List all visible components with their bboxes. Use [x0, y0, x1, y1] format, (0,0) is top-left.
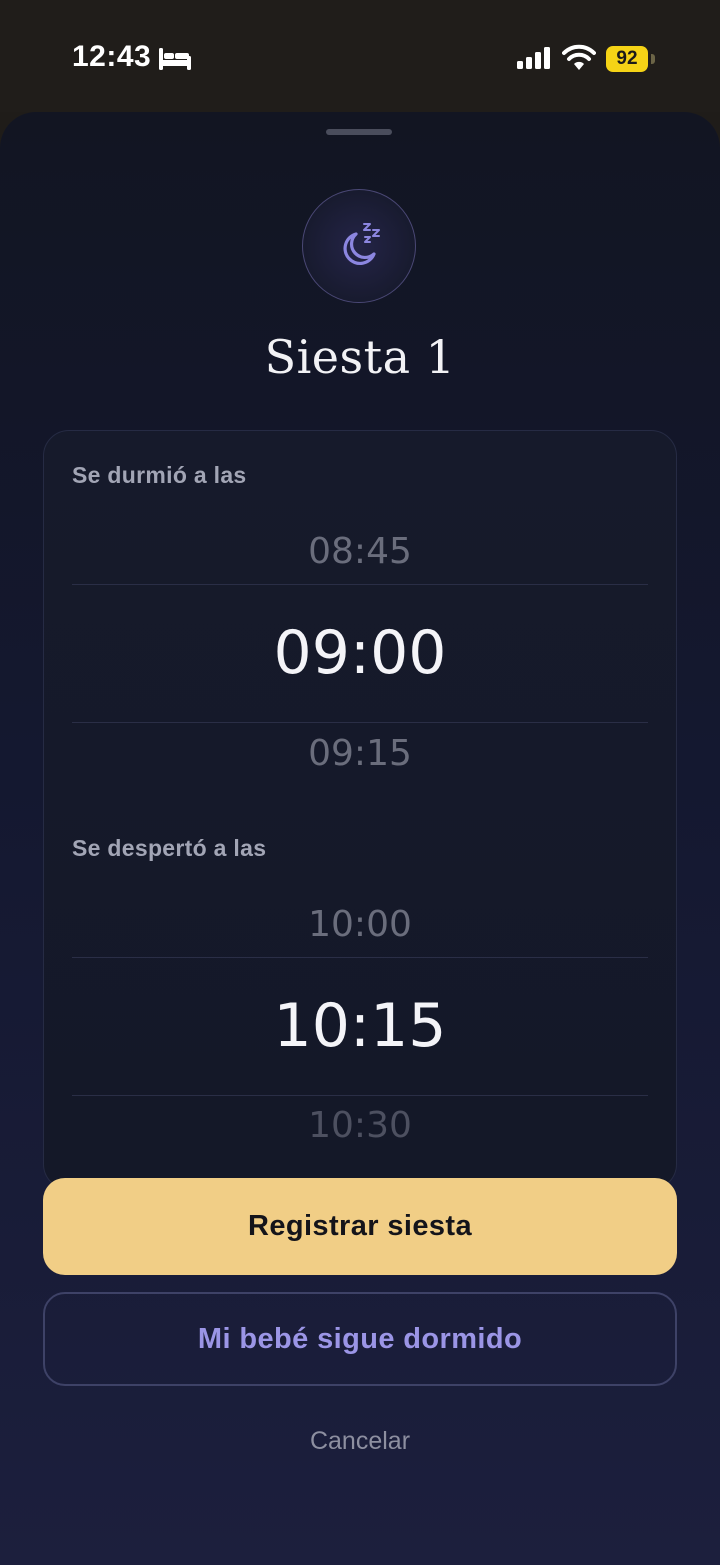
- picker-divider: [72, 1095, 648, 1096]
- bed-icon: [159, 48, 191, 70]
- fell-asleep-option-prev[interactable]: 08:45: [44, 531, 676, 572]
- nap-sheet: Siesta 1 Se durmió a las 08:45 09:00 09:…: [0, 112, 720, 1565]
- cancel-button[interactable]: Cancelar: [0, 1427, 720, 1456]
- fell-asleep-label: Se durmió a las: [72, 462, 247, 488]
- woke-up-option-next[interactable]: 10:30: [44, 1105, 676, 1146]
- picker-divider: [72, 722, 648, 723]
- nap-badge: [302, 189, 416, 303]
- sheet-grabber[interactable]: [326, 129, 392, 135]
- sheet-title: Siesta 1: [264, 330, 456, 384]
- wifi-icon: [562, 44, 596, 70]
- woke-up-label: Se despertó a las: [72, 835, 267, 861]
- woke-up-option-prev[interactable]: 10:00: [44, 904, 676, 945]
- register-nap-button[interactable]: Registrar siesta: [43, 1178, 677, 1275]
- cellular-signal-icon: [517, 47, 550, 69]
- battery-cap: [651, 54, 655, 64]
- picker-divider: [72, 957, 648, 958]
- moon-zzz-icon: [343, 223, 380, 265]
- fell-asleep-option-next[interactable]: 09:15: [44, 733, 676, 774]
- time-picker-card: Se durmió a las 08:45 09:00 09:15 Se des…: [43, 430, 677, 1190]
- battery-icon: 92: [606, 46, 648, 72]
- fell-asleep-selected-time[interactable]: 09:00: [44, 618, 676, 688]
- baby-still-asleep-button[interactable]: Mi bebé sigue dormido: [43, 1292, 677, 1386]
- woke-up-selected-time[interactable]: 10:15: [44, 991, 676, 1061]
- status-bar: 12:43 92: [0, 0, 720, 112]
- status-time: 12:43: [72, 40, 152, 73]
- picker-divider: [72, 584, 648, 585]
